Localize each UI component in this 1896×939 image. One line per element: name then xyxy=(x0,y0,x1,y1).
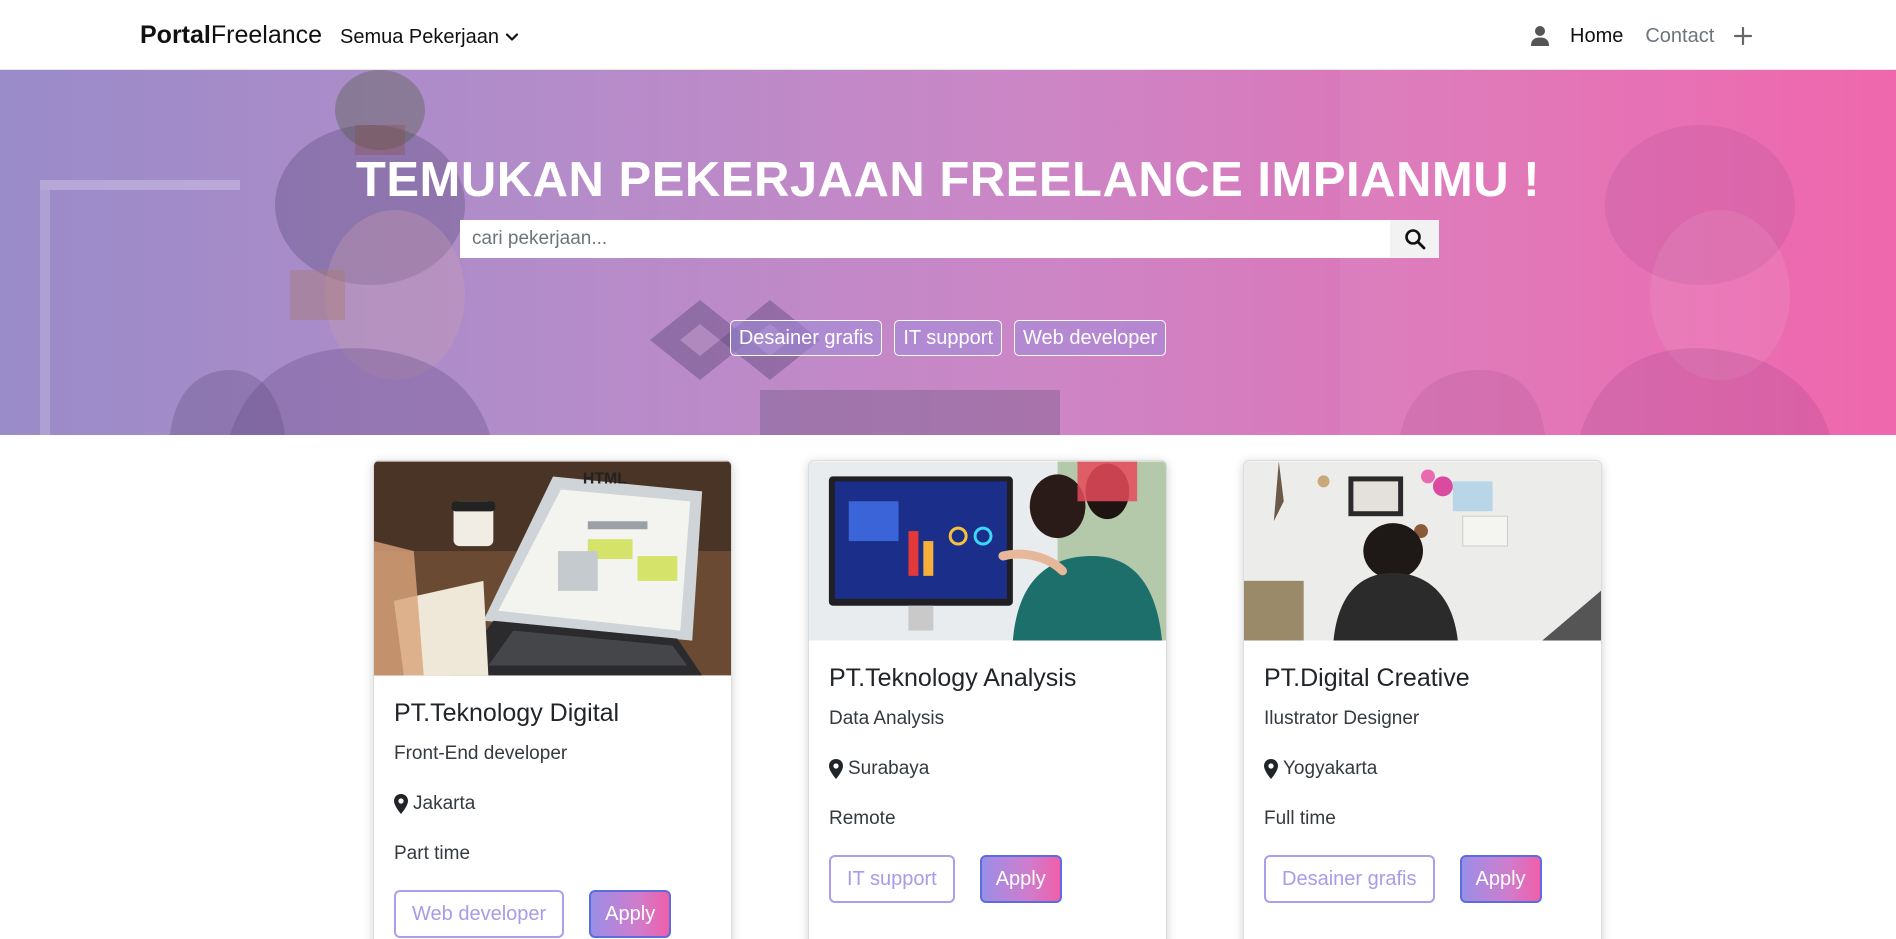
card-location: Surabaya xyxy=(829,757,1146,781)
map-marker-icon xyxy=(394,794,408,814)
svg-text:HTML: HTML xyxy=(583,470,627,487)
search-bar xyxy=(460,220,1439,258)
card-job-type: Remote xyxy=(829,808,896,829)
card-tag-button[interactable]: Desainer grafis xyxy=(1264,855,1435,903)
job-card: HTML PT.Teknology Digital Front-End deve… xyxy=(373,460,732,939)
nav-right: Home Contact xyxy=(1530,22,1754,50)
map-marker-icon xyxy=(1264,759,1278,779)
card-location: Yogyakarta xyxy=(1264,757,1581,781)
brand-bold: Portal xyxy=(140,21,211,49)
nav-contact-link[interactable]: Contact xyxy=(1645,23,1714,49)
brand-light: Freelance xyxy=(210,21,323,49)
card-tag-button[interactable]: IT support xyxy=(829,855,955,903)
plus-icon[interactable] xyxy=(1732,25,1754,47)
hero-title: TEMUKAN PEKERJAAN FREELANCE IMPIANMU ! xyxy=(355,153,1541,207)
job-card-image xyxy=(1244,461,1601,641)
category-tags: Desainer grafis IT support Web developer xyxy=(0,320,1896,356)
card-company: PT.Teknology Analysis xyxy=(829,664,1077,692)
job-card: PT.Digital Creative Ilustrator Designer … xyxy=(1243,460,1602,939)
brand-logo[interactable]: PortalFreelance xyxy=(140,20,322,50)
user-icon[interactable] xyxy=(1530,25,1550,47)
card-role: Data Analysis xyxy=(829,708,945,729)
tag-desainer-grafis[interactable]: Desainer grafis xyxy=(729,320,883,356)
navbar: PortalFreelance Semua Pekerjaan Home Con… xyxy=(0,0,1896,70)
card-job-type: Full time xyxy=(1264,808,1336,829)
card-location-text: Yogyakarta xyxy=(1283,758,1378,779)
card-company: PT.Digital Creative xyxy=(1264,664,1470,692)
apply-button[interactable]: Apply xyxy=(589,890,672,938)
search-button[interactable] xyxy=(1390,220,1439,258)
map-marker-icon xyxy=(829,759,843,779)
nav-home-link[interactable]: Home xyxy=(1570,23,1623,49)
job-card-image xyxy=(809,461,1166,641)
search-icon xyxy=(1404,229,1425,250)
jobs-dropdown[interactable]: Semua Pekerjaan xyxy=(340,24,519,50)
card-actions: IT support Apply xyxy=(829,855,1146,903)
jobs-dropdown-label: Semua Pekerjaan xyxy=(340,26,499,48)
card-location-text: Surabaya xyxy=(848,758,930,779)
chevron-down-icon xyxy=(505,33,519,41)
card-job-type: Part time xyxy=(394,843,471,864)
card-company: PT.Teknology Digital xyxy=(394,699,620,727)
apply-button[interactable]: Apply xyxy=(979,855,1062,903)
card-tag-button[interactable]: Web developer xyxy=(394,890,565,938)
card-location-text: Jakarta xyxy=(413,793,476,814)
card-actions: Desainer grafis Apply xyxy=(1264,855,1581,903)
tag-web-developer[interactable]: Web developer xyxy=(1014,320,1167,356)
job-card: PT.Teknology Analysis Data Analysis Sura… xyxy=(808,460,1167,939)
card-location: Jakarta xyxy=(394,792,711,816)
tag-it-support[interactable]: IT support xyxy=(894,320,1003,356)
card-role: Front-End developer xyxy=(394,743,568,764)
hero-banner: TEMUKAN PEKERJAAN FREELANCE IMPIANMU ! D… xyxy=(0,70,1896,435)
card-actions: Web developer Apply xyxy=(394,890,711,938)
card-role: Ilustrator Designer xyxy=(1264,708,1420,729)
job-card-image: HTML xyxy=(374,461,731,676)
search-input[interactable] xyxy=(460,220,1390,258)
apply-button[interactable]: Apply xyxy=(1459,855,1542,903)
